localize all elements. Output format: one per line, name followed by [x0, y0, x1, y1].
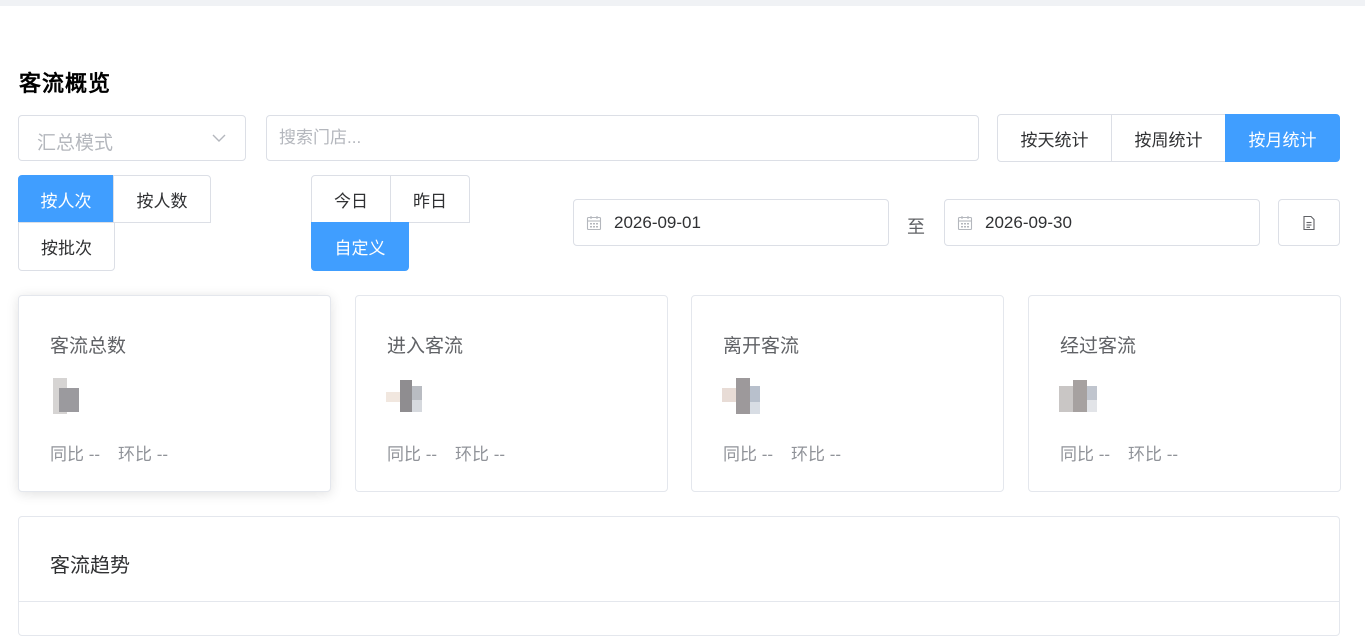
- range-yesterday-button[interactable]: 昨日: [390, 175, 470, 223]
- card-label: 客流总数: [50, 336, 127, 357]
- card-enter-traffic: 进入客流 同比 -- 环比 --: [355, 295, 668, 492]
- count-by-visits-button[interactable]: 按人次: [18, 175, 114, 223]
- store-search-input[interactable]: [266, 115, 979, 161]
- card-mom: 环比 --: [455, 445, 506, 464]
- card-label: 经过客流: [1060, 336, 1137, 357]
- divider: [19, 601, 1339, 602]
- start-date-picker[interactable]: 2026-09-01: [573, 199, 889, 246]
- card-yoy: 同比 --: [723, 445, 774, 464]
- card-yoy: 同比 --: [387, 445, 438, 464]
- card-pass-traffic: 经过客流 同比 -- 环比 --: [1028, 295, 1341, 492]
- chevron-down-icon: [212, 134, 226, 142]
- card-value-blurred: [1059, 378, 1097, 416]
- card-compare: 同比 -- 环比 --: [723, 440, 841, 465]
- range-custom-button[interactable]: 自定义: [311, 222, 409, 271]
- document-icon: [1303, 215, 1315, 230]
- card-yoy: 同比 --: [1060, 445, 1111, 464]
- top-bar: [0, 0, 1365, 6]
- page-title: 客流概览: [19, 71, 112, 96]
- stat-by-day-button[interactable]: 按天统计: [997, 114, 1112, 162]
- end-date-value: 2026-09-30: [985, 213, 1072, 232]
- card-mom: 环比 --: [1128, 445, 1179, 464]
- card-value-blurred: [722, 378, 760, 416]
- count-by-people-button[interactable]: 按人数: [113, 175, 211, 223]
- mode-select[interactable]: 汇总模式: [18, 115, 246, 161]
- date-range-separator: 至: [907, 217, 925, 237]
- card-compare: 同比 -- 环比 --: [1060, 440, 1178, 465]
- stat-by-month-button[interactable]: 按月统计: [1225, 114, 1340, 162]
- range-today-button[interactable]: 今日: [311, 175, 391, 223]
- card-yoy: 同比 --: [50, 445, 101, 464]
- card-compare: 同比 -- 环比 --: [387, 440, 505, 465]
- card-label: 离开客流: [723, 336, 800, 357]
- stat-by-week-button[interactable]: 按周统计: [1111, 114, 1226, 162]
- calendar-icon: [586, 216, 602, 231]
- export-button[interactable]: [1278, 199, 1340, 246]
- card-mom: 环比 --: [118, 445, 169, 464]
- card-mom: 环比 --: [791, 445, 842, 464]
- calendar-icon: [957, 216, 973, 231]
- card-label: 进入客流: [387, 336, 464, 357]
- card-leave-traffic: 离开客流 同比 -- 环比 --: [691, 295, 1004, 492]
- mode-select-value: 汇总模式: [37, 133, 114, 154]
- start-date-value: 2026-09-01: [614, 213, 701, 232]
- traffic-trend-panel: 客流趋势: [18, 516, 1340, 636]
- stat-period-group: 按天统计 按周统计 按月统计: [997, 114, 1340, 162]
- card-value-blurred: [49, 378, 83, 416]
- card-compare: 同比 -- 环比 --: [50, 440, 168, 465]
- card-value-blurred: [386, 378, 422, 416]
- trend-title: 客流趋势: [50, 555, 130, 577]
- count-by-batch-button[interactable]: 按批次: [18, 222, 115, 271]
- end-date-picker[interactable]: 2026-09-30: [944, 199, 1260, 246]
- card-total-traffic: 客流总数 同比 -- 环比 --: [18, 295, 331, 492]
